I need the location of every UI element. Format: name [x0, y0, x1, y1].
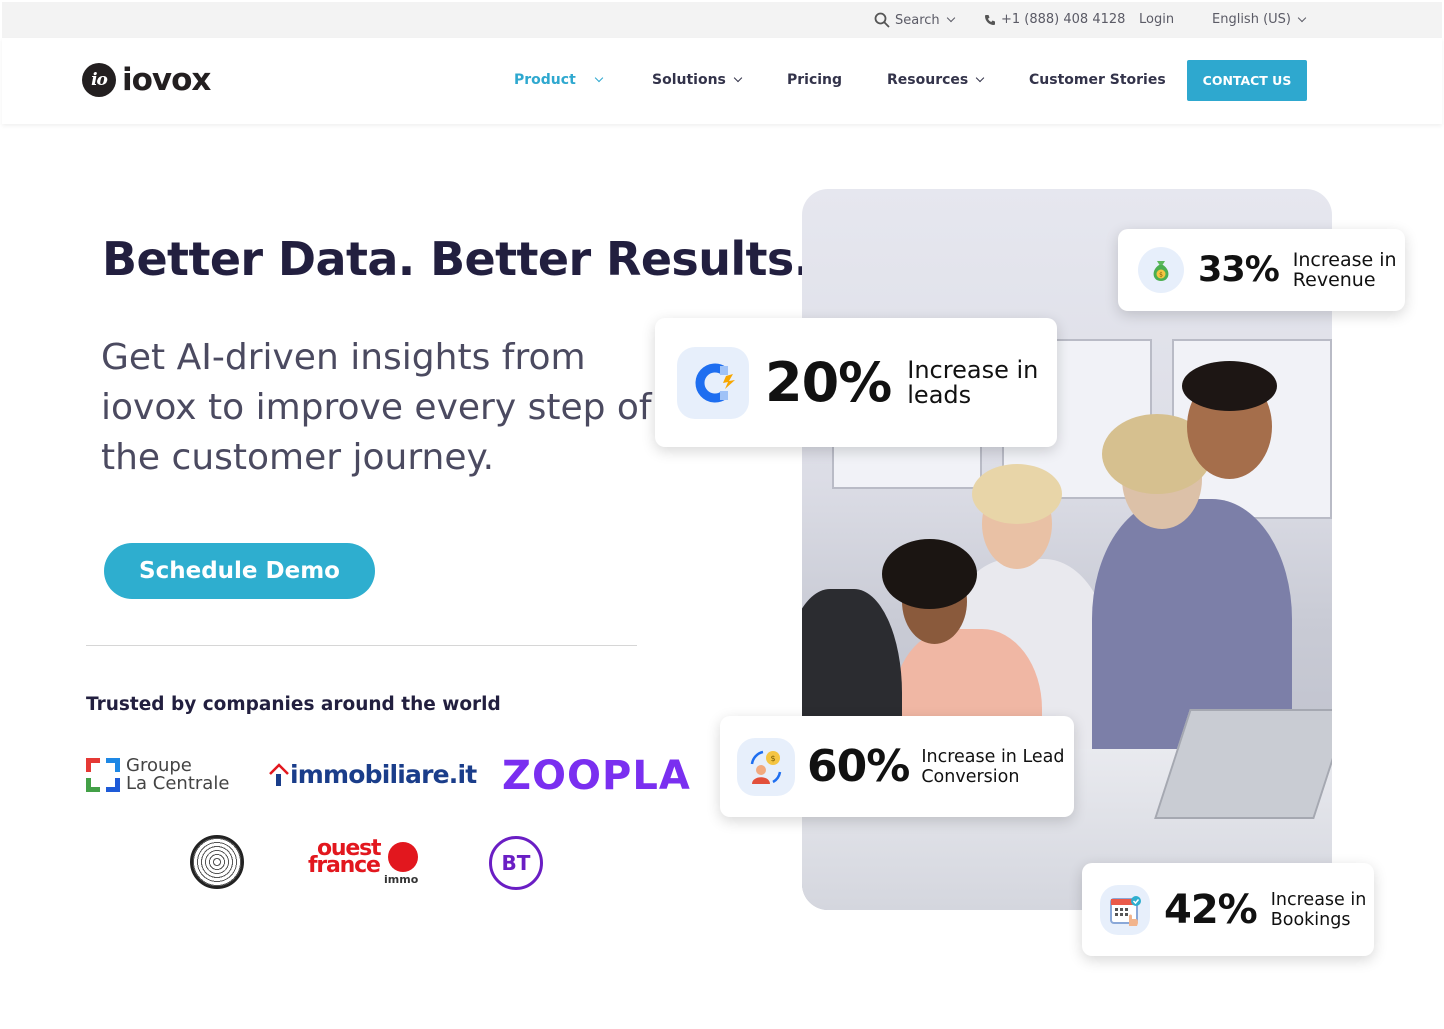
groupe-la-centrale-logo: Groupe La Centrale	[86, 757, 229, 793]
stat-value: 60%	[807, 741, 910, 792]
pizza-express-logo-icon	[190, 835, 244, 889]
language-label: English (US)	[1212, 12, 1291, 27]
divider	[86, 645, 637, 646]
chevron-down-icon	[594, 73, 604, 83]
france-text: france	[308, 853, 381, 878]
chevron-down-icon	[733, 73, 743, 83]
stat-label: Increase in Lead Conversion	[921, 746, 1065, 787]
chevron-down-icon	[975, 73, 985, 83]
chevron-down-icon	[1297, 13, 1307, 22]
money-bag-icon: $	[1138, 247, 1184, 293]
house-icon	[269, 762, 289, 786]
immobiliare-text: immobiliare.it	[290, 760, 477, 789]
svg-text:$: $	[1159, 272, 1163, 279]
phone-number: +1 (888) 408 4128	[1001, 12, 1126, 27]
nav-item-label: Resources	[887, 72, 969, 88]
search-toggle[interactable]: Search	[874, 12, 955, 28]
search-icon	[874, 12, 890, 28]
phone-link[interactable]: +1 (888) 408 4128	[984, 12, 1125, 27]
nav-item-resources[interactable]: Resources	[887, 72, 985, 88]
groupe-logo-line2: La Centrale	[126, 773, 230, 794]
stat-card-revenue: $ 33% Increase in Revenue	[1118, 229, 1405, 311]
stat-label: Increase in Bookings	[1270, 889, 1367, 930]
ouest-france-circle-icon	[388, 842, 418, 872]
immo-text: immo	[384, 873, 419, 886]
zoopla-logo: ZOOPLA	[502, 753, 691, 799]
immobiliare-logo: immobiliare.it	[268, 760, 477, 789]
page-title: Better Data. Better Results.	[102, 232, 811, 286]
nav-item-label: Product	[514, 72, 576, 88]
nav-item-pricing[interactable]: Pricing	[787, 72, 842, 88]
stat-value: 33%	[1198, 250, 1280, 290]
stat-label: Increase in leads	[907, 355, 1039, 409]
hair-shape	[972, 464, 1062, 524]
nav-item-label: Pricing	[787, 72, 843, 88]
iovox-logo[interactable]: io iovox	[82, 62, 211, 98]
conversion-icon: $	[737, 737, 795, 796]
nav-item-customer-stories[interactable]: Customer Stories	[1029, 72, 1166, 88]
schedule-demo-button[interactable]: Schedule Demo	[104, 543, 375, 599]
nav-item-label: Solutions	[652, 72, 726, 88]
stat-card-bookings: 42% Increase in Bookings	[1082, 863, 1374, 956]
chevron-down-icon	[946, 13, 955, 23]
magnet-icon	[677, 346, 749, 419]
hair-shape	[882, 539, 977, 609]
bt-logo: BT	[489, 836, 543, 890]
stat-card-lead-conversion: $ 60% Increase in Lead Conversion	[720, 716, 1074, 817]
stat-value: 42%	[1164, 886, 1258, 933]
groupe-la-centrale-mark-icon	[86, 758, 120, 792]
search-label: Search	[895, 12, 940, 28]
login-link[interactable]: Login	[1139, 12, 1174, 27]
nav-item-label: Customer Stories	[1029, 72, 1166, 88]
calendar-icon	[1100, 884, 1150, 935]
main-navigation: io iovox Product Solutions Pricing Resou…	[2, 38, 1442, 124]
nav-item-solutions[interactable]: Solutions	[652, 72, 743, 88]
stat-value: 20%	[765, 351, 892, 414]
language-selector[interactable]: English (US)	[1212, 12, 1307, 27]
utility-bar: Search +1 (888) 408 4128 Login English (…	[2, 2, 1442, 38]
trusted-heading: Trusted by companies around the world	[86, 694, 501, 715]
stat-label: Increase in Revenue	[1292, 249, 1397, 291]
hero-subheadline: Get AI-driven insights from iovox to imp…	[101, 337, 652, 478]
nav-item-product[interactable]: Product	[514, 72, 604, 88]
stat-card-leads: 20% Increase in leads	[655, 318, 1057, 447]
contact-us-button[interactable]: CONTACT US	[1187, 60, 1307, 101]
logo-text: iovox	[122, 62, 211, 98]
logo-mark: io	[82, 63, 116, 97]
svg-text:$: $	[770, 754, 775, 763]
phone-icon	[985, 14, 995, 25]
ouest-france-immo-logo: ouest france immo	[308, 838, 420, 888]
hair-shape	[1182, 361, 1277, 411]
